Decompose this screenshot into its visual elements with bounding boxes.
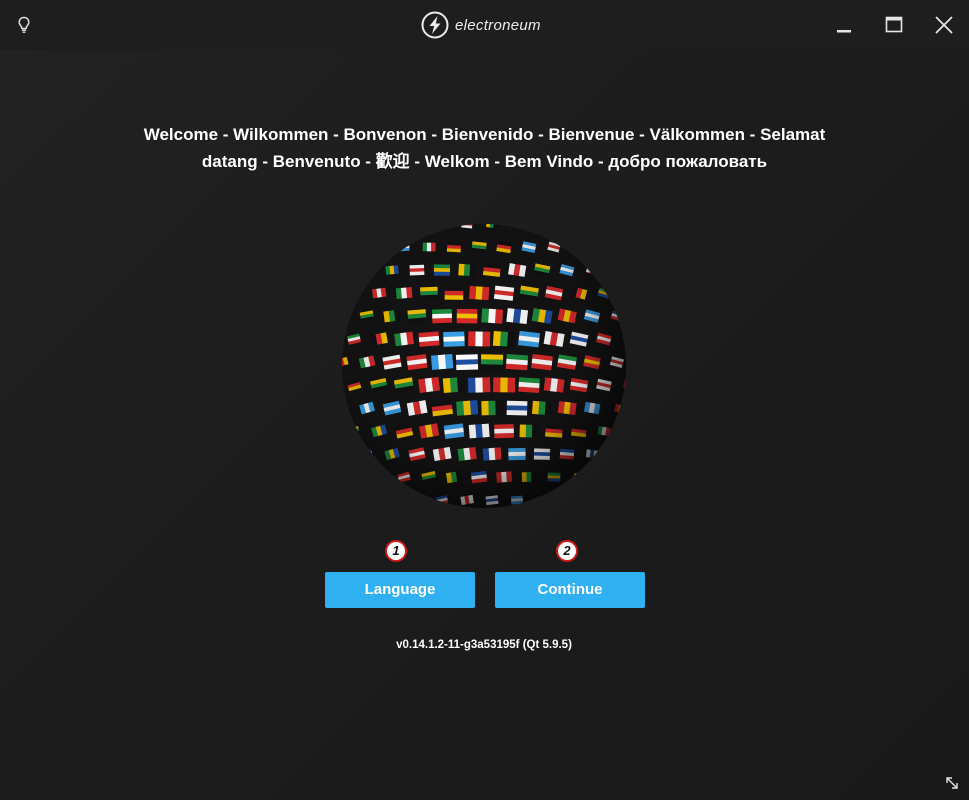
step-marker-2: 2	[556, 540, 578, 562]
title-bar[interactable]: electroneum	[0, 0, 969, 50]
welcome-message: Welcome - Wilkommen - Bonvenon - Bienven…	[120, 121, 849, 175]
flag-tile	[348, 288, 360, 298]
maximize-icon[interactable]	[882, 13, 906, 37]
welcome-line-1: Welcome - Wilkommen - Bonvenon - Bienven…	[143, 125, 826, 144]
welcome-line-2: datang - Benvenuto - 歡迎 - Welkom - Bem V…	[201, 152, 768, 171]
app-window: electroneum Welcome - Wilkommen - Bonven…	[0, 0, 969, 800]
close-icon[interactable]	[932, 13, 956, 37]
version-label: v0.14.1.2-11-g3a53195f (Qt 5.9.5)	[396, 639, 572, 651]
brand-name: electroneum	[455, 16, 541, 34]
continue-button[interactable]: Continue	[495, 572, 645, 608]
resize-diagonal-icon[interactable]	[944, 775, 960, 791]
lightbulb-icon[interactable]	[17, 16, 31, 34]
brand: electroneum	[421, 10, 541, 40]
step-marker-1: 1	[385, 540, 407, 562]
flag-tile	[436, 224, 448, 228]
flags-globe-image	[342, 224, 626, 508]
minimize-icon[interactable]	[832, 13, 856, 37]
electroneum-logo-icon	[421, 11, 449, 39]
flag-tile	[342, 403, 348, 414]
language-button[interactable]: Language	[325, 572, 475, 608]
flag-tile	[536, 496, 548, 504]
